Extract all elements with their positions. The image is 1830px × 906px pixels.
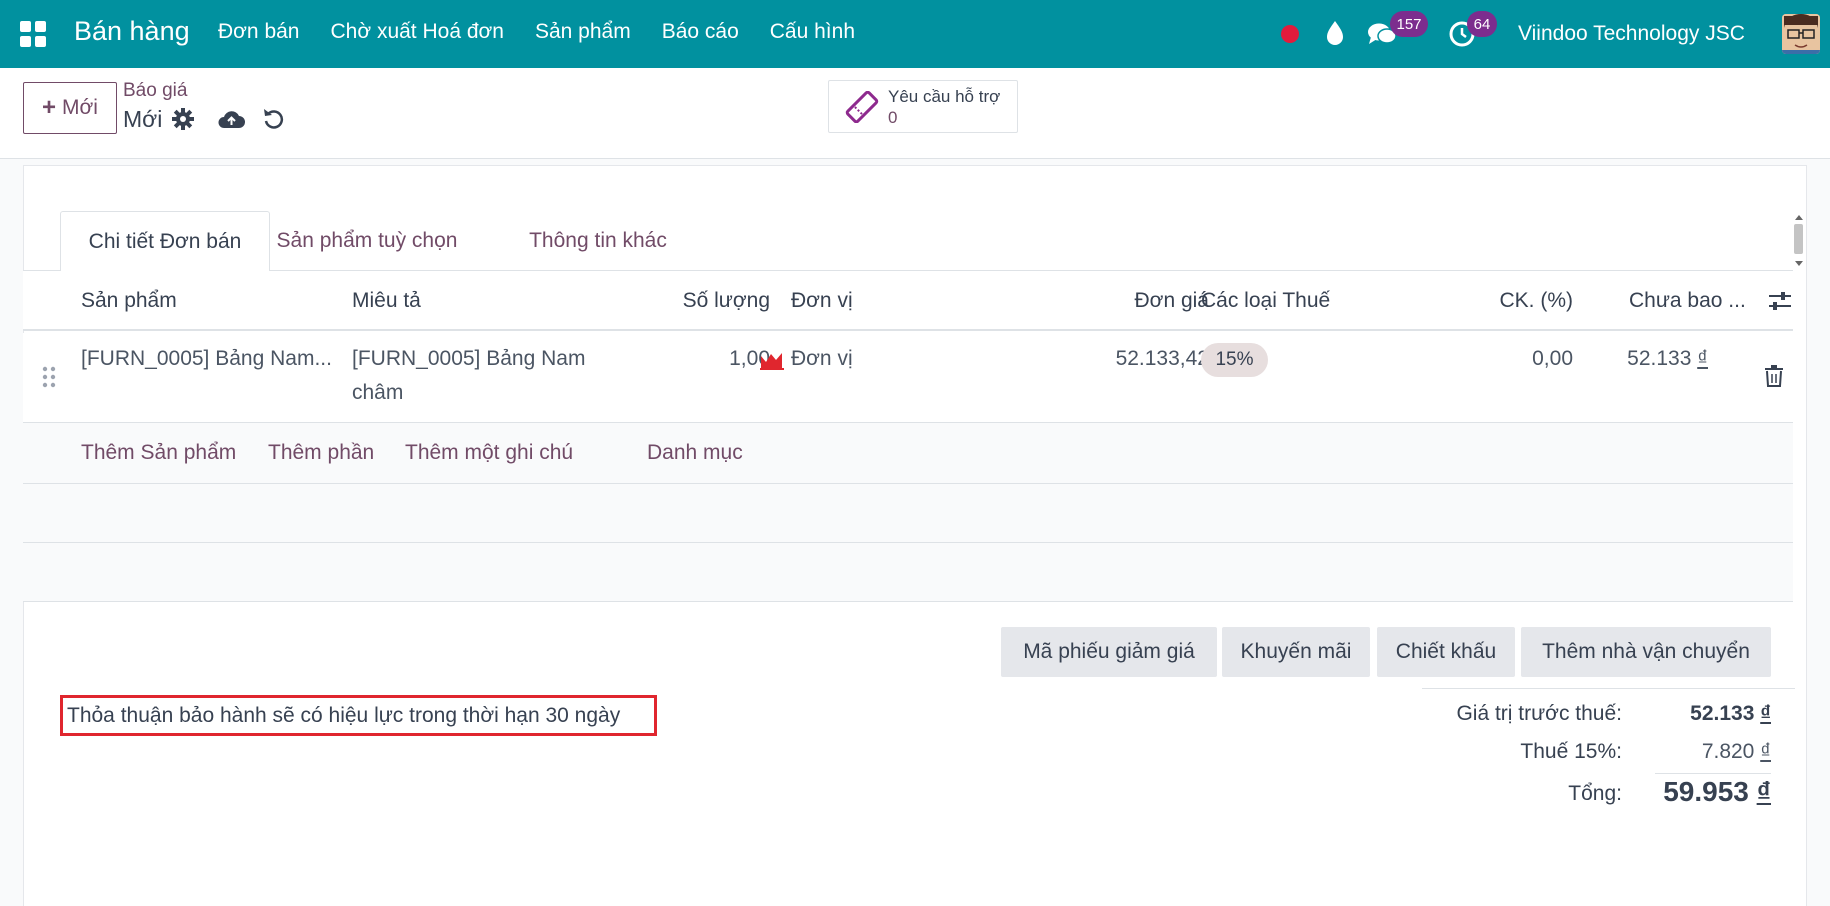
main-menu: Đơn bán Chờ xuất Hoá đơn Sản phẩm Báo cá… — [218, 20, 886, 44]
gear-icon[interactable] — [172, 108, 194, 130]
untaxed-amount-value: 52.133 ₫ — [1690, 702, 1771, 726]
discount-button[interactable]: Chiết khấu — [1377, 627, 1515, 677]
untaxed-amount-label: Giá trị trước thuế: — [1456, 702, 1622, 725]
add-section-link[interactable]: Thêm phần — [268, 441, 374, 465]
control-panel: + Mới Báo giá Mới Yêu cầu hỗ trợ 0 — [0, 68, 1830, 159]
ticket-icon — [845, 91, 879, 123]
grand-total-divider — [1655, 773, 1771, 774]
tax-amount-label: Thuế 15%: — [1520, 740, 1622, 763]
discard-undo-icon[interactable] — [263, 107, 285, 131]
terms-note[interactable]: Thỏa thuận bảo hành sẽ có hiệu lực trong… — [60, 695, 657, 736]
optional-columns-sliders-icon[interactable] — [1768, 290, 1792, 312]
column-header-unit-price[interactable]: Đơn giá — [1135, 289, 1209, 313]
untaxed-amount-number: 52.133 — [1690, 702, 1755, 725]
scroll-thumb[interactable] — [1794, 224, 1803, 254]
cloud-upload-icon[interactable] — [218, 108, 245, 130]
column-header-description[interactable]: Miêu tả — [352, 289, 421, 313]
breadcrumb-parent[interactable]: Báo giá — [123, 80, 187, 102]
support-ticket-button[interactable]: Yêu cầu hỗ trợ 0 — [828, 80, 1018, 133]
column-header-taxes[interactable]: Các loại Thuế — [1201, 289, 1330, 313]
scrollbar[interactable] — [1793, 214, 1805, 270]
tab-order-lines[interactable]: Chi tiết Đơn bán — [60, 211, 270, 272]
row-subtotal-value: 52.133 — [1627, 347, 1692, 370]
grand-total-value: 59.953 ₫ — [1663, 776, 1771, 808]
coupon-code-button[interactable]: Mã phiếu giảm giá — [1001, 627, 1217, 677]
chat-count-badge: 157 — [1390, 11, 1428, 37]
tax-amount-value: 7.820 ₫ — [1702, 740, 1771, 764]
tab-optional-products[interactable]: Sản phẩm tuỳ chọn — [275, 211, 459, 271]
promotions-button[interactable]: Khuyến mãi — [1222, 627, 1370, 677]
top-navbar: Bán hàng Đơn bán Chờ xuất Hoá đơn Sản ph… — [0, 0, 1830, 68]
menu-item-configuration[interactable]: Cấu hình — [770, 20, 855, 44]
column-header-uom[interactable]: Đơn vị — [791, 289, 853, 313]
column-header-product[interactable]: Sản phẩm — [81, 289, 177, 313]
row-unit-price[interactable]: 52.133,42 — [1116, 347, 1209, 371]
new-record-button[interactable]: + Mới — [23, 82, 117, 134]
grand-total-number: 59.953 — [1663, 776, 1749, 807]
add-line-row: Thêm Sản phẩm Thêm phần Thêm một ghi chú… — [23, 423, 1793, 484]
table-row[interactable]: [FURN_0005] Bảng Nam... [FURN_0005] Bảng… — [23, 333, 1793, 423]
drag-handle-icon[interactable] — [42, 366, 56, 388]
row-subtotal-currency: ₫ — [1697, 347, 1708, 370]
new-record-label: Mới — [62, 96, 98, 119]
menu-item-orders[interactable]: Đơn bán — [218, 20, 300, 44]
untaxed-amount-currency: ₫ — [1760, 702, 1771, 725]
scroll-down-arrow-icon[interactable] — [1795, 261, 1803, 266]
app-brand[interactable]: Bán hàng — [74, 16, 190, 47]
apps-grid-icon[interactable] — [20, 21, 46, 47]
table-header: Sản phẩm Miêu tả Số lượng Đơn vị Đơn giá… — [23, 271, 1793, 331]
tax-tag[interactable]: 15% — [1201, 343, 1268, 377]
row-uom[interactable]: Đơn vị — [791, 347, 853, 371]
user-avatar[interactable] — [1782, 14, 1820, 54]
record-dot-icon[interactable] — [1281, 25, 1299, 43]
menu-item-to-invoice[interactable]: Chờ xuất Hoá đơn — [331, 20, 504, 44]
tax-amount-currency: ₫ — [1760, 740, 1771, 763]
forecast-chart-icon[interactable] — [760, 350, 784, 370]
totals-divider — [1422, 688, 1795, 689]
company-switcher[interactable]: Viindoo Technology JSC — [1518, 22, 1745, 46]
catalog-link[interactable]: Danh mục — [647, 441, 743, 465]
trash-icon[interactable] — [1764, 365, 1784, 387]
add-shipping-button[interactable]: Thêm nhà vận chuyển — [1521, 627, 1771, 677]
scroll-up-arrow-icon[interactable] — [1795, 215, 1803, 220]
notebook-tabs: Chi tiết Đơn bán Sản phẩm tuỳ chọn Thông… — [23, 211, 1793, 272]
menu-item-products[interactable]: Sản phẩm — [535, 20, 631, 44]
breadcrumb-current: Mới — [123, 106, 163, 132]
empty-row[interactable] — [23, 543, 1793, 602]
row-description-line1[interactable]: [FURN_0005] Bảng Nam — [352, 347, 585, 371]
tax-amount-number: 7.820 — [1701, 740, 1755, 763]
add-product-link[interactable]: Thêm Sản phẩm — [81, 441, 236, 465]
grand-total-label: Tổng: — [1568, 782, 1622, 805]
tab-other-info[interactable]: Thông tin khác — [523, 211, 673, 271]
activity-count-badge: 64 — [1467, 11, 1497, 37]
row-subtotal: 52.133 ₫ — [1627, 347, 1708, 371]
support-ticket-count: 0 — [888, 108, 898, 127]
support-ticket-label: Yêu cầu hỗ trợ — [888, 87, 1001, 106]
column-header-subtotal[interactable]: Chưa bao ... — [1629, 289, 1746, 313]
row-description-line2[interactable]: châm — [352, 381, 403, 405]
column-header-quantity[interactable]: Số lượng — [683, 289, 770, 313]
row-discount[interactable]: 0,00 — [1532, 347, 1573, 371]
add-note-link[interactable]: Thêm một ghi chú — [405, 441, 573, 465]
empty-row[interactable] — [23, 484, 1793, 543]
menu-item-reporting[interactable]: Báo cáo — [662, 20, 739, 44]
water-drop-icon[interactable] — [1324, 20, 1346, 46]
plus-icon: + — [42, 94, 57, 121]
grand-total-currency: ₫ — [1756, 776, 1771, 807]
row-product[interactable]: [FURN_0005] Bảng Nam... — [81, 347, 332, 371]
column-header-discount[interactable]: CK. (%) — [1500, 289, 1574, 313]
